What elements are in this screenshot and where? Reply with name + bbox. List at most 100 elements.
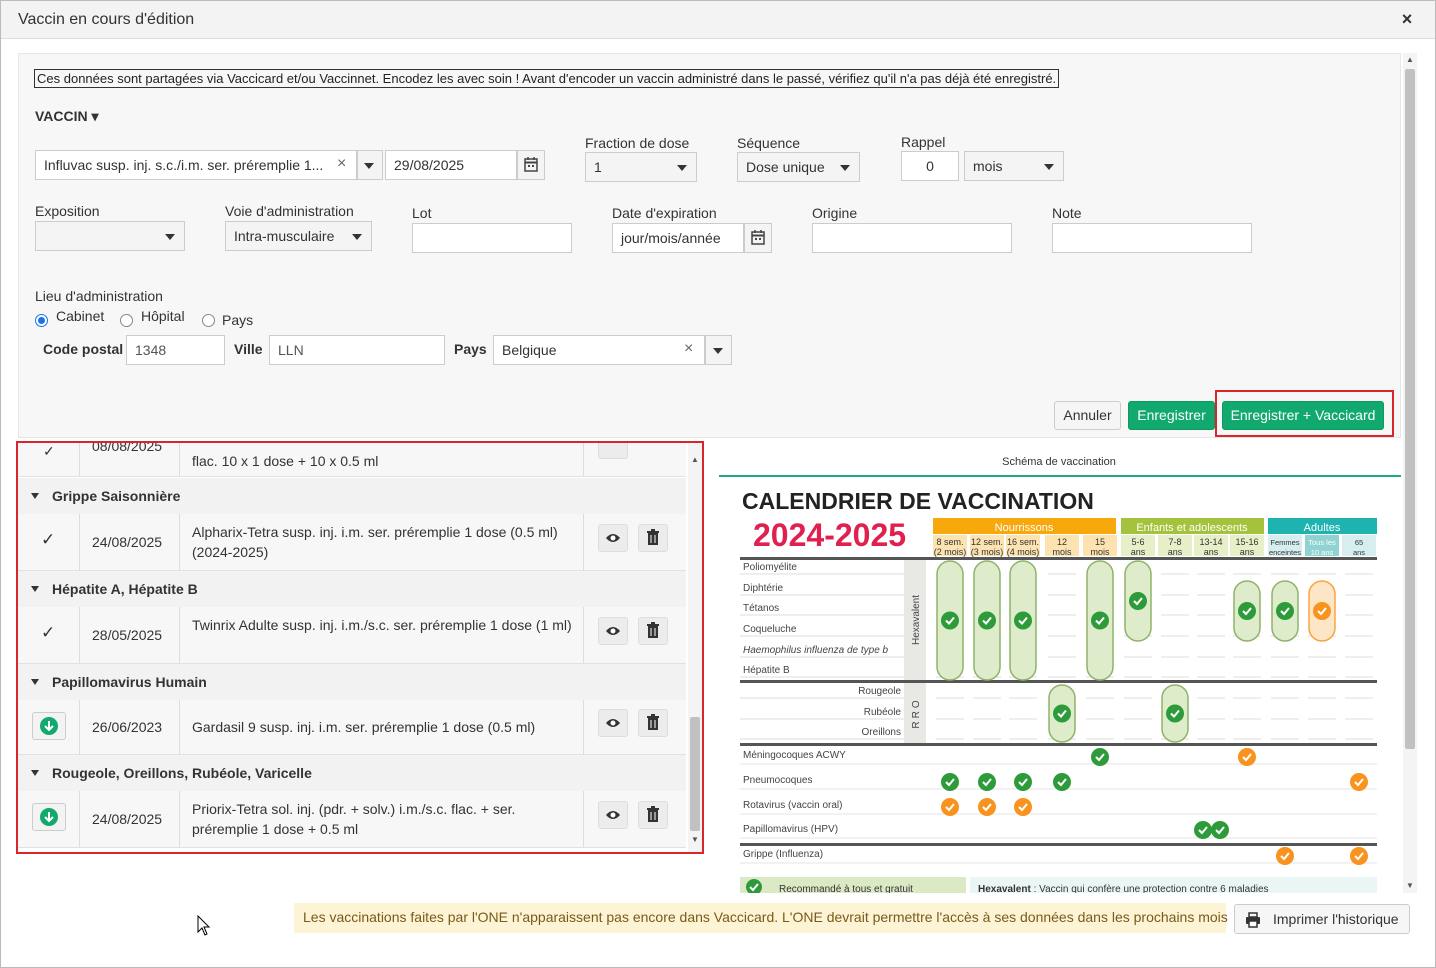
schema-divider — [719, 475, 1401, 477]
age-label: (3 mois) — [971, 547, 1004, 557]
pays-dropdown-toggle[interactable] — [705, 335, 732, 365]
eye-icon — [606, 811, 620, 819]
check-badge — [978, 773, 996, 791]
scroll-down-icon[interactable]: ▼ — [1403, 881, 1417, 890]
code-postal-label: Code postal — [43, 341, 124, 357]
view-button[interactable] — [598, 709, 628, 737]
list-scrollbar[interactable]: ▲ ▼ — [688, 443, 702, 852]
dialog-scrollbar-thumb[interactable] — [1405, 69, 1415, 749]
origine-input[interactable] — [812, 223, 1012, 253]
scroll-down-icon[interactable]: ▼ — [688, 835, 702, 844]
calendar-icon[interactable] — [517, 150, 545, 180]
table-row: 26/06/2023 Gardasil 9 susp. inj. i.m. se… — [18, 700, 686, 755]
ville-input[interactable]: LLN — [269, 335, 445, 365]
row-date: 24/08/2025 — [92, 534, 163, 550]
code-postal-input[interactable]: 1348 — [126, 335, 225, 365]
save-button[interactable]: Enregistrer — [1128, 401, 1215, 430]
mouse-cursor-icon — [197, 915, 211, 936]
exposition-select[interactable] — [35, 221, 185, 251]
save-vaccicard-button[interactable]: Enregistrer + Vaccicard — [1222, 401, 1384, 430]
vaccination-history-list: ✓ 08/08/2025 flac. 10 x 1 dose + 10 x 0.… — [16, 441, 704, 854]
table-row: ✓ 28/05/2025 Twinrix Adulte susp. inj. i… — [18, 607, 686, 664]
date-cell: 24/08/2025 — [80, 791, 180, 847]
disease-label: Rubéole — [864, 707, 902, 718]
pays-label: Pays — [454, 341, 487, 357]
rappel-unit-select[interactable]: mois — [964, 151, 1064, 181]
voie-select[interactable]: Intra-musculaire — [225, 221, 372, 251]
scroll-up-icon[interactable]: ▲ — [688, 455, 702, 464]
lot-label: Lot — [412, 205, 432, 221]
vaccin-section-toggle[interactable]: VACCIN ▾ — [35, 108, 99, 125]
disease-label: Méningocoques ACWY — [743, 750, 846, 761]
check-badge — [1350, 847, 1368, 865]
table-row: ✓ 24/08/2025 Alpharix-Tetra susp. inj. i… — [18, 514, 686, 571]
fraction-select[interactable]: 1 — [585, 152, 697, 182]
cancel-button[interactable]: Annuler — [1054, 401, 1121, 430]
delete-button[interactable] — [638, 617, 668, 645]
delete-button[interactable] — [638, 709, 668, 737]
expiration-input[interactable]: jour/mois/année — [612, 223, 744, 253]
rappel-input[interactable]: 0 — [901, 151, 959, 181]
expiration-placeholder: jour/mois/année — [621, 230, 721, 246]
status-cell — [18, 700, 80, 754]
delete-button[interactable] — [638, 801, 668, 829]
check-badge — [1091, 611, 1109, 630]
print-history-button[interactable]: Imprimer l'historique — [1234, 904, 1410, 934]
caret-down-icon — [31, 770, 39, 776]
sequence-value: Dose unique — [746, 159, 825, 175]
legend-hexa-term: Hexavalent — [978, 884, 1031, 893]
trash-icon — [647, 529, 659, 545]
chevron-down-icon — [1044, 164, 1054, 170]
delete-button[interactable] — [638, 524, 668, 552]
sequence-select[interactable]: Dose unique — [737, 152, 860, 182]
clear-pays-icon[interactable]: × — [684, 340, 693, 358]
group-header-rror[interactable]: Rougeole, Oreillons, Rubéole, Varicelle — [18, 755, 686, 791]
print-history-label: Imprimer l'historique — [1273, 911, 1399, 927]
delete-button[interactable] — [598, 443, 628, 459]
import-button[interactable] — [32, 803, 66, 831]
lot-input[interactable] — [412, 223, 572, 253]
radio-pays[interactable] — [202, 314, 215, 327]
disease-label: Rougeole — [858, 686, 901, 697]
date-cell: 26/06/2023 — [80, 700, 180, 754]
age-label: 10 ans — [1311, 548, 1334, 557]
check-badge — [1194, 821, 1212, 839]
vaccine-select[interactable]: Influvac susp. inj. s.c./i.m. ser. prére… — [35, 150, 357, 180]
group-header-grippe[interactable]: Grippe Saisonnière — [18, 478, 686, 514]
check-badge — [1053, 773, 1071, 791]
note-input[interactable] — [1052, 223, 1252, 253]
vaccine-dropdown-toggle[interactable] — [357, 150, 383, 180]
disease-label: Rotavirus (vaccin oral) — [743, 800, 842, 811]
description-cell: Alpharix-Tetra susp. inj. i.m. ser. prér… — [180, 514, 584, 570]
group-header-hepatite[interactable]: Hépatite A, Hépatite B — [18, 571, 686, 607]
scroll-up-icon[interactable]: ▲ — [1403, 55, 1417, 64]
radio-hopital-label: Hôpital — [141, 308, 185, 324]
pays-select[interactable]: Belgique — [493, 335, 705, 365]
calendar-icon[interactable] — [744, 223, 772, 253]
dialog-scrollbar[interactable]: ▲ ▼ — [1403, 53, 1417, 893]
view-button[interactable] — [598, 617, 628, 645]
dialog-title-bar: Vaccin en cours d'édition × — [1, 1, 1435, 39]
row-date: 26/06/2023 — [92, 719, 163, 735]
list-scrollbar-thumb[interactable] — [690, 717, 700, 831]
administration-date-input[interactable]: 29/08/2025 — [385, 150, 517, 180]
import-button[interactable] — [32, 712, 66, 740]
age-label: enceintes — [1269, 548, 1301, 557]
view-button[interactable] — [598, 524, 628, 552]
radio-hopital[interactable] — [120, 314, 133, 327]
disease-label: Diphtérie — [743, 583, 783, 594]
clear-vaccine-icon[interactable]: × — [337, 155, 346, 173]
check-badge — [978, 798, 996, 816]
status-cell — [18, 791, 80, 847]
age-label: ans — [1168, 547, 1183, 557]
exposition-label: Exposition — [35, 203, 100, 219]
download-icon — [40, 808, 58, 826]
close-icon[interactable]: × — [1397, 9, 1417, 29]
age-label: ans — [1204, 547, 1219, 557]
radio-cabinet[interactable] — [35, 314, 48, 327]
fraction-value: 1 — [594, 159, 602, 175]
check-badge — [1276, 847, 1294, 865]
group-header-papillomavirus[interactable]: Papillomavirus Humain — [18, 664, 686, 700]
view-button[interactable] — [598, 801, 628, 829]
check-badge — [1053, 704, 1071, 723]
